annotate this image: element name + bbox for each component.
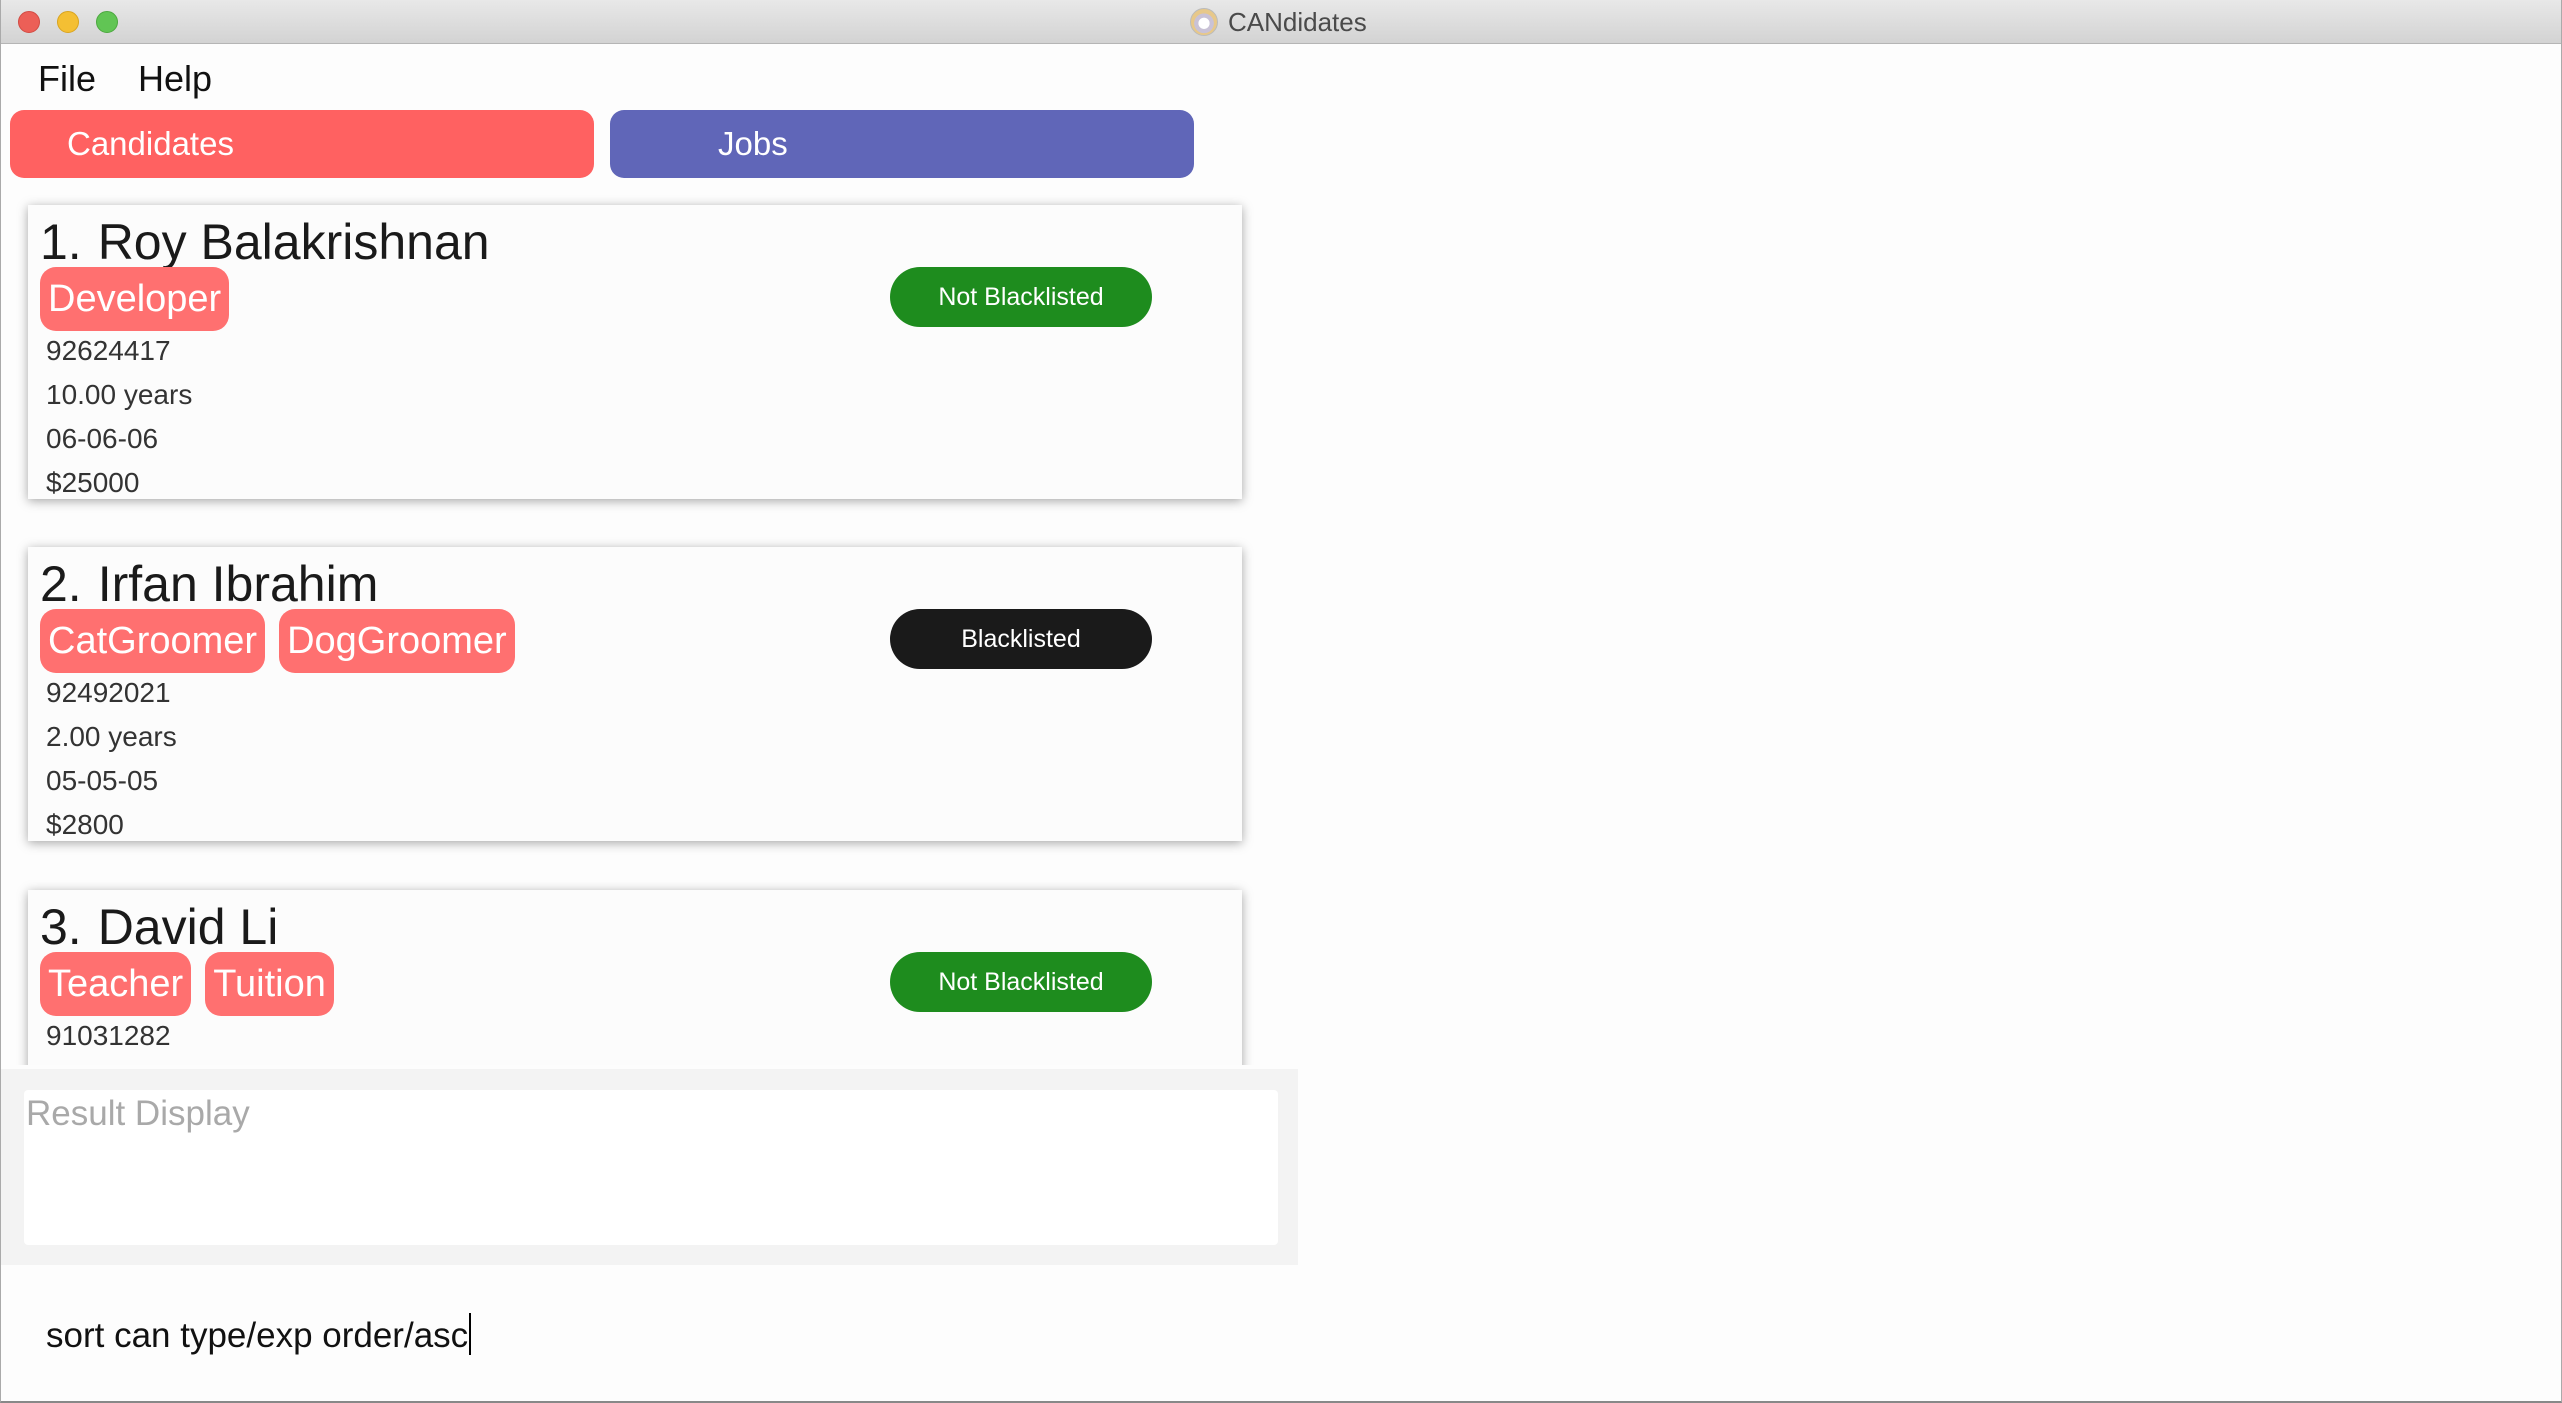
- tab-candidates[interactable]: Candidates: [10, 110, 594, 178]
- candidate-name-text: Roy Balakrishnan: [97, 214, 490, 270]
- candidate-index: 2.: [40, 556, 82, 612]
- candidate-name-text: David Li: [97, 899, 279, 955]
- window-titlebar: CANdidates: [0, 0, 2562, 44]
- command-input-text: sort can type/exp order/asc: [46, 1316, 469, 1355]
- candidate-salary: $25000: [46, 467, 140, 498]
- tag: Teacher: [40, 952, 192, 1016]
- candidate-tags: Developer: [40, 267, 230, 331]
- candidate-name: 3. David Li: [40, 898, 278, 956]
- candidate-salary: $2800: [46, 809, 124, 840]
- tag: Developer: [40, 267, 230, 331]
- blacklist-status-badge: Not Blacklisted: [890, 267, 1152, 327]
- candidate-name: 1. Roy Balakrishnan: [40, 213, 490, 271]
- candidate-list[interactable]: 1. Roy Balakrishnan Developer Not Blackli…: [0, 190, 1298, 1065]
- candidate-name: 2. Irfan Ibrahim: [40, 555, 378, 613]
- tab-jobs[interactable]: Jobs: [610, 110, 1194, 178]
- minimize-window-button[interactable]: [57, 11, 79, 33]
- candidate-phone: 92492021: [46, 677, 171, 708]
- blacklist-status-badge: Blacklisted: [890, 609, 1152, 669]
- menu-file[interactable]: File: [38, 58, 96, 100]
- candidate-card[interactable]: 3. David Li Teacher Tuition Not Blacklist…: [28, 890, 1242, 1065]
- candidate-index: 3.: [40, 899, 82, 955]
- command-box: sort can type/exp order/asc: [0, 1265, 2562, 1403]
- candidate-index: 1.: [40, 214, 82, 270]
- tab-jobs-label: Jobs: [718, 125, 788, 162]
- tag: Tuition: [205, 952, 334, 1016]
- candidate-tags: CatGroomer DogGroomer: [40, 609, 515, 673]
- tag: DogGroomer: [279, 609, 515, 673]
- result-display-panel: Result Display: [0, 1069, 1298, 1265]
- result-display-placeholder: Result Display: [26, 1094, 250, 1133]
- candidate-tags: Teacher Tuition: [40, 952, 334, 1016]
- tag: CatGroomer: [40, 609, 266, 673]
- blacklist-status-badge: Not Blacklisted: [890, 952, 1152, 1012]
- menu-help[interactable]: Help: [138, 58, 212, 100]
- app-logo-icon: [1190, 8, 1218, 36]
- tab-candidates-label: Candidates: [67, 125, 234, 162]
- candidate-phone: 91031282: [46, 1020, 171, 1051]
- candidate-card[interactable]: 2. Irfan Ibrahim CatGroomer DogGroomer Bl…: [28, 547, 1242, 841]
- candidate-date: 05-05-05: [46, 765, 159, 796]
- text-caret: [469, 1313, 472, 1355]
- window-title-text: CANdidates: [1228, 6, 1367, 37]
- candidate-date: 06-06-06: [46, 423, 159, 454]
- candidate-name-text: Irfan Ibrahim: [97, 556, 379, 612]
- command-input[interactable]: sort can type/exp order/asc: [46, 1313, 472, 1356]
- result-display[interactable]: Result Display: [24, 1090, 1278, 1245]
- candidate-card[interactable]: 1. Roy Balakrishnan Developer Not Blackli…: [28, 205, 1242, 499]
- close-window-button[interactable]: [18, 11, 40, 33]
- candidate-experience: 2.00 years: [46, 721, 177, 752]
- candidate-phone: 92624417: [46, 335, 171, 366]
- maximize-window-button[interactable]: [96, 11, 118, 33]
- window-title: CANdidates: [1190, 6, 1367, 38]
- candidate-experience: 10.00 years: [46, 379, 193, 410]
- menu-bar: File Help: [0, 44, 2562, 104]
